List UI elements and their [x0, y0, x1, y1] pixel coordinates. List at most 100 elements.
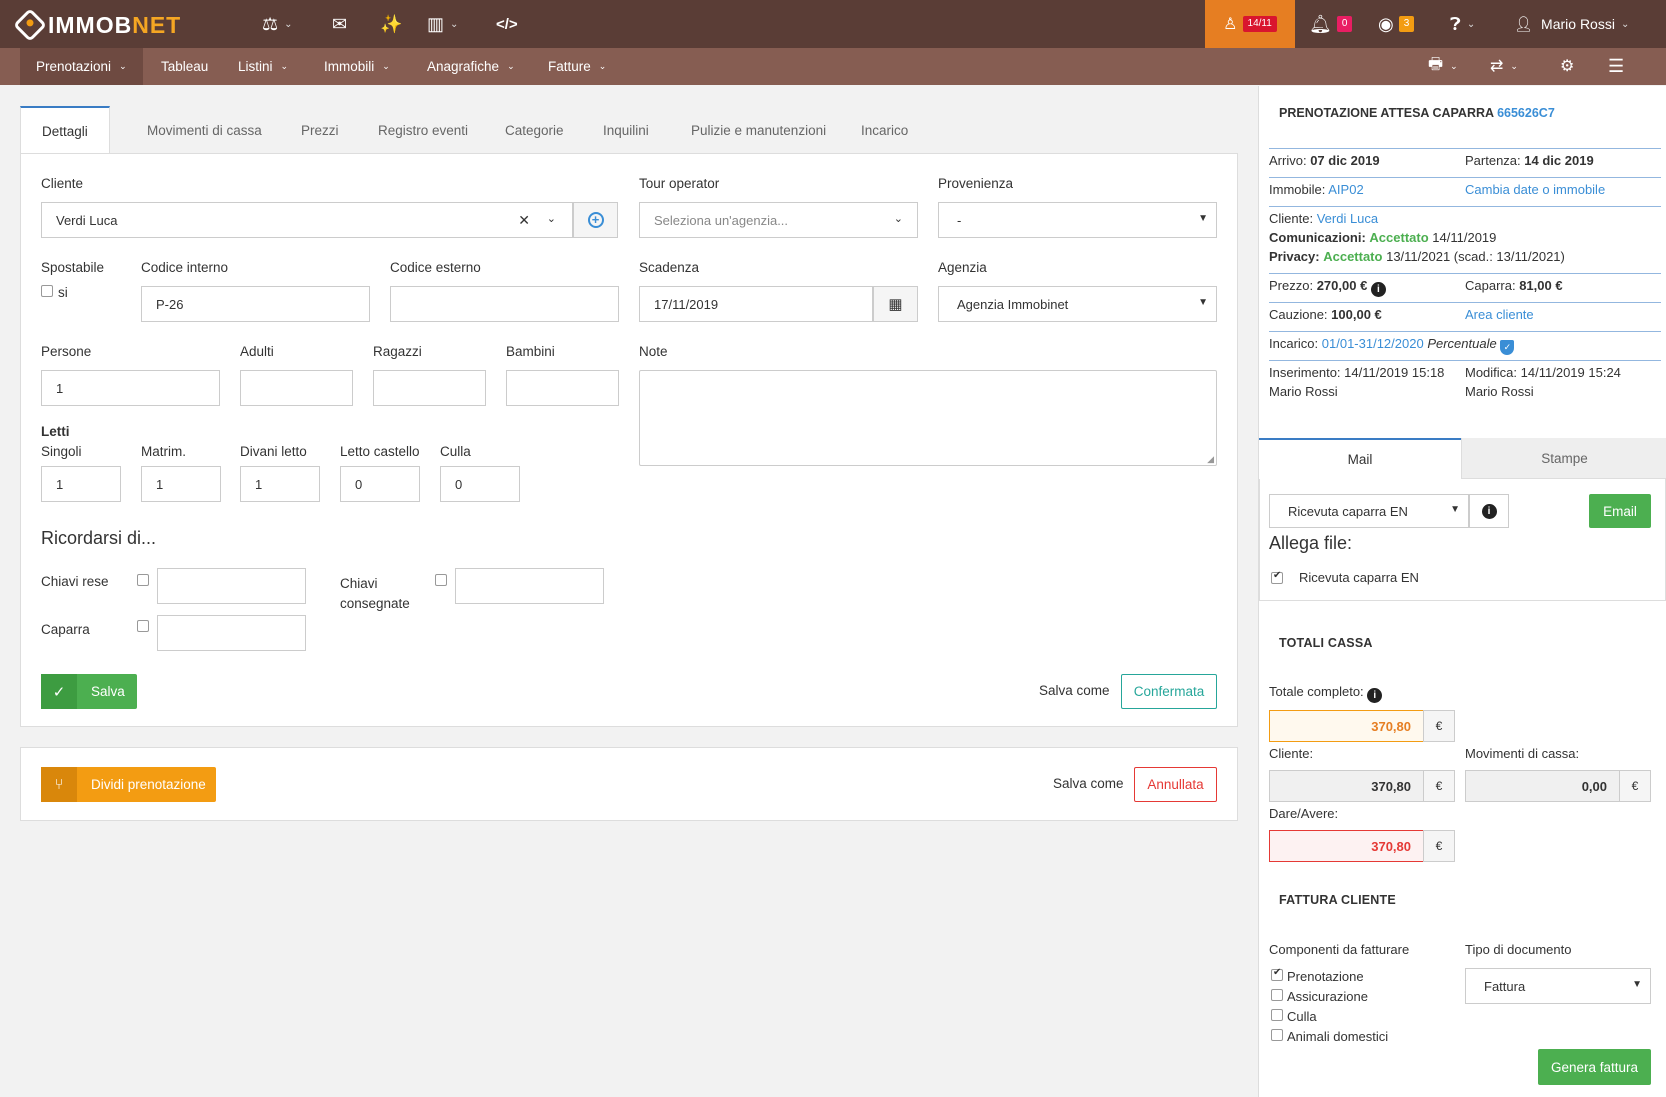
- ragazzi-input[interactable]: [373, 370, 486, 406]
- componente-prenotazione-checkbox[interactable]: [1271, 967, 1283, 981]
- dates-row: Arrivo: 07 dic 2019 Partenza: 14 dic 201…: [1269, 153, 1594, 168]
- allega-checkbox[interactable]: [1271, 570, 1283, 584]
- tab-incarico[interactable]: Incarico: [840, 106, 929, 154]
- componente-animali-checkbox[interactable]: [1271, 1029, 1283, 1041]
- castello-input[interactable]: 0: [340, 466, 420, 502]
- scadenza-input[interactable]: 17/11/2019: [639, 286, 873, 322]
- culla-input[interactable]: 0: [440, 466, 520, 502]
- bar-chart-icon[interactable]: ▥ ⌄: [427, 12, 458, 36]
- chiavi-consegnate-checkbox[interactable]: [435, 574, 447, 586]
- currency-addon: €: [1423, 770, 1455, 802]
- cambia-date-link[interactable]: Cambia date o immobile: [1465, 182, 1605, 197]
- nav-anagrafiche[interactable]: Anagrafiche ⌄: [411, 48, 531, 85]
- adulti-label: Adulti: [240, 344, 274, 359]
- tab-registro-eventi[interactable]: Registro eventi: [357, 106, 489, 154]
- add-client-button[interactable]: +: [573, 202, 618, 238]
- componente-culla-checkbox[interactable]: [1271, 1009, 1283, 1021]
- tab-categorie[interactable]: Categorie: [484, 106, 585, 154]
- help-button[interactable]: ❓︎ ⌄: [1450, 12, 1475, 36]
- resize-handle-icon[interactable]: ◢: [1207, 454, 1214, 465]
- currency-addon: €: [1619, 770, 1651, 802]
- persone-input[interactable]: 1: [41, 370, 220, 406]
- settings-button[interactable]: ⚙: [1560, 54, 1574, 78]
- envelope-icon[interactable]: ✉: [332, 12, 347, 36]
- caparra-checkbox[interactable]: [137, 620, 149, 632]
- componente-assicurazione-checkbox[interactable]: [1271, 989, 1283, 1001]
- matrim-input[interactable]: 1: [141, 466, 221, 502]
- adulti-input[interactable]: [240, 370, 353, 406]
- logo[interactable]: IMMOBNET: [13, 8, 181, 42]
- user-menu[interactable]: 👤︎ Mario Rossi ⌄: [1514, 12, 1629, 36]
- rss-button[interactable]: ◉ 3: [1378, 12, 1415, 36]
- annullata-button[interactable]: Annullata: [1134, 767, 1217, 802]
- sidebar-toggle[interactable]: ☰: [1608, 54, 1624, 78]
- nav-immobili[interactable]: Immobili ⌄: [308, 48, 406, 85]
- area-cliente-link[interactable]: Area cliente: [1465, 307, 1534, 322]
- fattura-cliente-title: FATTURA CLIENTE: [1279, 893, 1396, 907]
- cliente-totale-value: 370,80: [1269, 770, 1424, 802]
- nav-prenotazioni[interactable]: Prenotazioni ⌄: [20, 48, 143, 85]
- arrivals-button[interactable]: ♙ 14/11: [1205, 0, 1295, 48]
- componente-label: Culla: [1287, 1009, 1317, 1024]
- tour-operator-select[interactable]: Seleziona un'agenzia... ⌄: [639, 202, 918, 238]
- nav-fatture[interactable]: Fatture ⌄: [532, 48, 622, 85]
- tab-prezzi[interactable]: Prezzi: [280, 106, 360, 154]
- cliente-link[interactable]: Verdi Luca: [1317, 211, 1378, 226]
- info-icon[interactable]: i: [1370, 282, 1386, 297]
- salva-come-label-2: Salva come: [1053, 776, 1124, 791]
- genera-fattura-button[interactable]: Genera fattura: [1538, 1049, 1651, 1085]
- singoli-input[interactable]: 1: [41, 466, 121, 502]
- privacy-info: Privacy: Accettato 13/11/2021 (scad.: 13…: [1269, 249, 1565, 264]
- ragazzi-label: Ragazzi: [373, 344, 422, 359]
- tab-stampe[interactable]: Stampe: [1461, 438, 1666, 479]
- codice-interno-input[interactable]: P-26: [141, 286, 370, 322]
- nav-tableau[interactable]: Tableau: [145, 48, 224, 85]
- person-icon: ♙: [1223, 16, 1238, 33]
- salva-button[interactable]: ✓ Salva: [41, 674, 137, 709]
- tab-pulizie-e-manutenzioni[interactable]: Pulizie e manutenzioni: [670, 106, 847, 154]
- currency-addon: €: [1423, 830, 1455, 862]
- immobile-row: Immobile: AIP02 Cambia date o immobile: [1269, 182, 1606, 197]
- reservation-code[interactable]: 665626C7: [1497, 106, 1555, 120]
- check-icon: ✓: [41, 674, 77, 709]
- chiavi-rese-checkbox[interactable]: [137, 574, 149, 586]
- chiavi-rese-input[interactable]: [157, 568, 306, 604]
- sync-menu[interactable]: ⇄ ⌄: [1490, 54, 1518, 78]
- calendar-button[interactable]: ▦: [873, 286, 918, 322]
- notifications-button[interactable]: 🔔︎ 0: [1309, 12, 1353, 36]
- tab-inquilini[interactable]: Inquilini: [582, 106, 670, 154]
- codice-esterno-input[interactable]: [390, 286, 619, 322]
- print-menu[interactable]: 🖶 ⌄: [1428, 54, 1458, 78]
- codice-interno-label: Codice interno: [141, 260, 229, 275]
- cliente-select[interactable]: Verdi Luca ✕ ⌄: [41, 202, 573, 238]
- agenzia-select[interactable]: Agenzia Immobinet ▼: [938, 286, 1217, 322]
- tab-mail[interactable]: Mail: [1259, 438, 1461, 479]
- spostabile-checkbox[interactable]: [41, 285, 53, 297]
- dividi-prenotazione-button[interactable]: ⑂ Dividi prenotazione: [41, 767, 216, 802]
- chevron-down-icon: ⌄: [546, 213, 556, 225]
- email-button[interactable]: Email: [1589, 494, 1651, 528]
- caret-down-icon: ▼: [1198, 213, 1208, 224]
- inserimento-row: Inserimento: 14/11/2019 15:18 Modifica: …: [1269, 365, 1621, 380]
- nav-listini[interactable]: Listini ⌄: [222, 48, 304, 85]
- scale-icon[interactable]: ⚖ ⌄: [262, 12, 293, 36]
- provenienza-select[interactable]: - ▼: [938, 202, 1217, 238]
- immobile-link[interactable]: AIP02: [1328, 182, 1363, 197]
- incarico-link[interactable]: 01/01-31/12/2020: [1322, 336, 1424, 351]
- template-info-button[interactable]: i: [1469, 494, 1509, 528]
- caparra-input[interactable]: [157, 615, 306, 651]
- tab-movimenti-di-cassa[interactable]: Movimenti di cassa: [126, 106, 283, 154]
- clear-icon[interactable]: ✕: [518, 212, 530, 229]
- mail-template-select[interactable]: Ricevuta caparra EN ▼: [1269, 494, 1469, 528]
- code-icon[interactable]: </>: [496, 12, 518, 36]
- confermata-button[interactable]: Confermata: [1121, 674, 1217, 709]
- tipo-documento-select[interactable]: Fattura ▼: [1465, 968, 1651, 1004]
- magic-wand-icon[interactable]: ✨: [380, 12, 402, 36]
- info-icon[interactable]: i: [1367, 688, 1383, 703]
- note-textarea[interactable]: ◢: [639, 370, 1217, 466]
- bambini-input[interactable]: [506, 370, 619, 406]
- chiavi-consegnate-input[interactable]: [455, 568, 604, 604]
- tab-dettagli[interactable]: Dettagli: [20, 106, 110, 155]
- divani-input[interactable]: 1: [240, 466, 320, 502]
- ricordarsi-title: Ricordarsi di...: [41, 528, 157, 548]
